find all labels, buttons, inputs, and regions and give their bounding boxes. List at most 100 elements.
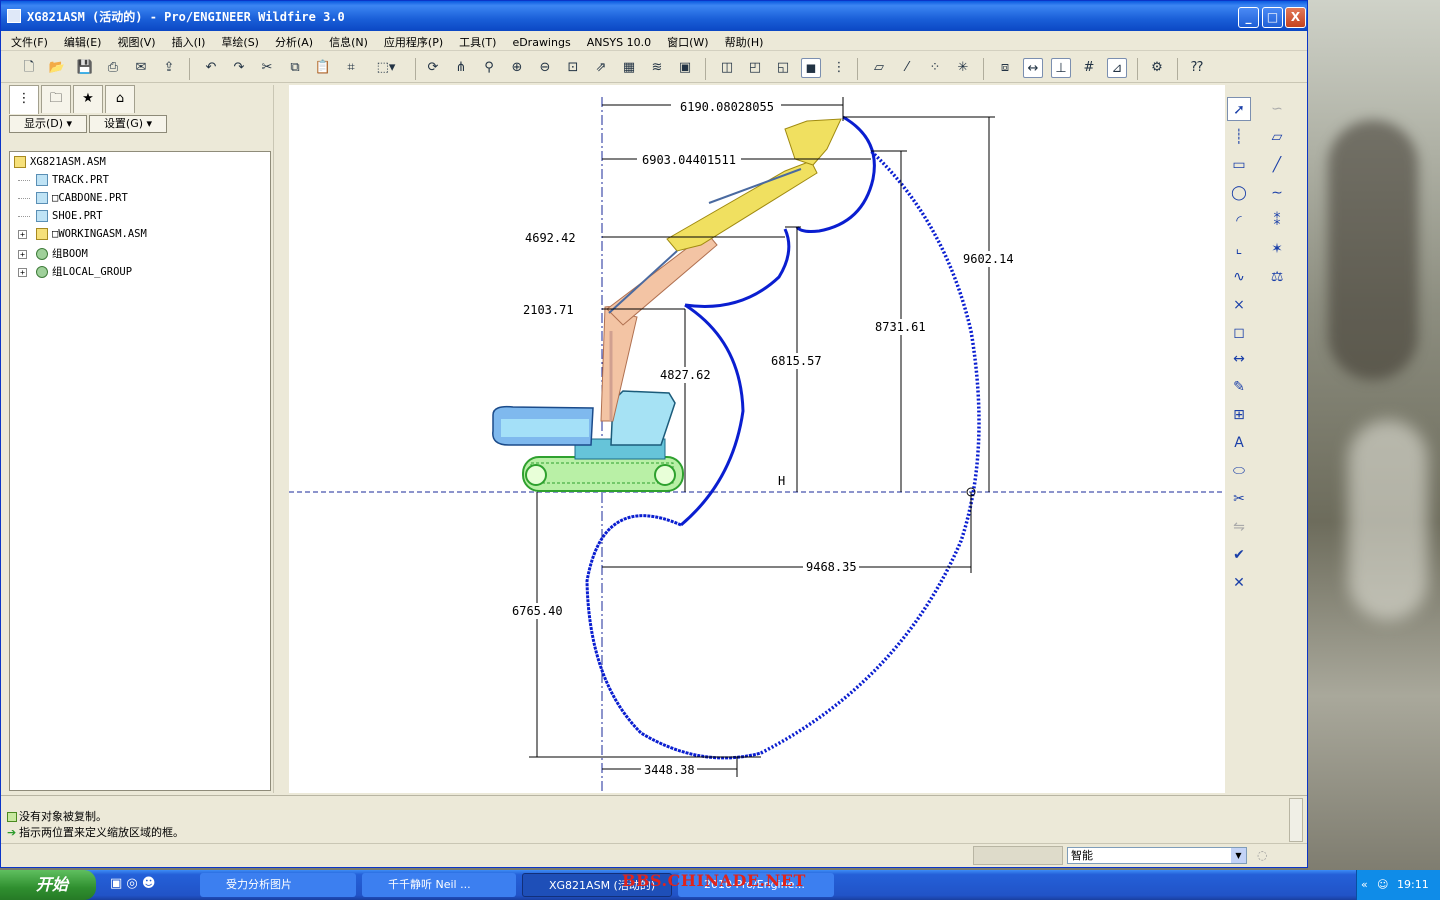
line-icon[interactable]: ┊ [1227, 125, 1251, 149]
accept-check-icon[interactable]: ✔ [1227, 543, 1251, 567]
menu-ansys[interactable]: ANSYS 10.0 [577, 33, 657, 49]
coord-sys-icon[interactable]: ✳ [953, 58, 973, 78]
expand-toggle-icon[interactable]: + [18, 229, 27, 239]
chevron-down-icon[interactable]: ▼ [1231, 848, 1246, 863]
sketch-point-icon[interactable]: × [1227, 293, 1251, 317]
refit-icon[interactable]: ⊡ [563, 58, 583, 78]
menu-window[interactable]: 窗口(W) [657, 31, 714, 50]
datum-axis-icon[interactable]: ⁄ [897, 58, 917, 78]
send-icon[interactable]: ⇪ [159, 58, 179, 78]
zoom-out-icon[interactable]: ⊖ [535, 58, 555, 78]
modify-icon[interactable]: ✎ [1227, 375, 1251, 399]
datum-plane-icon[interactable]: ▱ [869, 58, 889, 78]
sketch-canvas[interactable]: 6190.08028055 6903.04401511 4692.42 2103… [289, 85, 1225, 793]
display-grid-icon[interactable]: # [1079, 58, 1099, 78]
open-folder-icon[interactable]: 📂 [47, 58, 67, 78]
minimize-button[interactable]: _ [1238, 7, 1259, 28]
cut-icon[interactable]: ✂ [257, 58, 277, 78]
show-dropdown[interactable]: 显示(D) ▾ [9, 115, 87, 133]
zoom-in-icon[interactable]: ⊕ [507, 58, 527, 78]
centerline-icon[interactable]: ╱ [1265, 153, 1289, 177]
analysis-icon[interactable]: ⚙ [1147, 58, 1167, 78]
panel-splitter[interactable] [273, 85, 287, 793]
rectangle-icon[interactable]: ▭ [1227, 153, 1251, 177]
tree-item[interactable]: XG821ASM.ASM [14, 156, 106, 174]
display-constraints-icon[interactable]: ⊥ [1051, 58, 1071, 78]
graphics-window[interactable]: 6190.08028055 6903.04401511 4692.42 2103… [289, 85, 1225, 793]
reorient-icon[interactable]: ⇗ [591, 58, 611, 78]
message-scrollbar[interactable] [1289, 798, 1303, 842]
menu-tools[interactable]: 工具(T) [449, 31, 502, 50]
redo-icon[interactable]: ↷ [229, 58, 249, 78]
close-button[interactable]: X [1285, 7, 1306, 28]
search-icon[interactable]: ⚲ [479, 58, 499, 78]
undo-icon[interactable]: ↶ [201, 58, 221, 78]
tree-item[interactable]: + 组BOOM [18, 246, 88, 264]
sketch-view-icon[interactable]: ⧈ [995, 58, 1015, 78]
fillet-icon[interactable]: ⌞ [1227, 237, 1251, 261]
expand-toggle-icon[interactable]: + [18, 249, 27, 259]
view-manager-icon[interactable]: ▣ [675, 58, 695, 78]
display-vertices-icon[interactable]: ⊿ [1107, 58, 1127, 78]
menu-file[interactable]: 文件(F) [1, 31, 54, 50]
tray-app-icon[interactable]: ☺ [1377, 870, 1388, 900]
tree-item[interactable]: + □WORKINGASM.ASM [18, 228, 147, 246]
menu-edrawings[interactable]: eDrawings [502, 33, 576, 49]
menu-info[interactable]: 信息(N) [319, 31, 374, 50]
title-bar[interactable]: XG821ASM (活动的) - Pro/ENGINEER Wildfire 3… [1, 1, 1307, 31]
no-hidden-icon[interactable]: ◱ [773, 58, 793, 78]
point-icon[interactable]: ⁑ [1265, 209, 1289, 233]
menu-sketch[interactable]: 草绘(S) [211, 31, 265, 50]
menu-insert[interactable]: 插入(I) [162, 31, 212, 50]
offset-entity-icon[interactable]: ◻ [1227, 321, 1251, 345]
selection-box-icon[interactable]: ⬚▾ [369, 58, 403, 78]
tree-item[interactable]: + 组LOCAL_GROUP [18, 264, 132, 282]
quicklaunch-icon[interactable]: ▣ ◎ ☻ [110, 876, 155, 891]
start-button[interactable]: 开始 [0, 870, 96, 900]
text-icon[interactable]: A [1227, 431, 1251, 455]
trim-icon[interactable]: ✂ [1227, 487, 1251, 511]
saved-views-icon[interactable]: ▦ [619, 58, 639, 78]
constraint-icon[interactable]: ⊞ [1227, 403, 1251, 427]
palette-shape-icon[interactable]: ⬭ [1227, 459, 1251, 483]
arc-icon[interactable]: ◜ [1227, 209, 1251, 233]
new-file-icon[interactable]: 🗋 [19, 58, 39, 78]
tree-item[interactable]: □CABDONE.PRT [18, 192, 128, 210]
taskbar-item-player[interactable]: 千千静听 Neil ... [362, 873, 516, 897]
model-tree-tab-icon[interactable]: ⋮ [9, 85, 39, 114]
context-help-icon[interactable]: ⁇ [1187, 58, 1207, 78]
menu-edit[interactable]: 编辑(E) [54, 31, 108, 50]
save-icon[interactable]: 💾 [75, 58, 95, 78]
menu-help[interactable]: 帮助(H) [715, 31, 770, 50]
folder-browser-tab-icon[interactable]: 🗀 [41, 85, 71, 113]
display-dims-icon[interactable]: ↔ [1023, 58, 1043, 78]
selection-filter-select[interactable]: 智能 ▼ [1067, 847, 1247, 864]
dimension-icon[interactable]: ↔ [1227, 347, 1251, 371]
cancel-x-icon[interactable]: ✕ [1227, 571, 1251, 595]
select-arrow-icon[interactable]: ➚ [1227, 97, 1251, 121]
shading-icon[interactable]: ◼ [801, 58, 821, 78]
maximize-button[interactable]: □ [1262, 7, 1283, 28]
hidden-line-icon[interactable]: ◰ [745, 58, 765, 78]
spline-icon[interactable]: ∼ [1265, 181, 1289, 205]
regenerate-icon[interactable]: ⟳ [423, 58, 443, 78]
layers-icon[interactable]: ≋ [647, 58, 667, 78]
expand-toggle-icon[interactable]: + [18, 267, 27, 277]
parallelogram-icon[interactable]: ▱ [1265, 125, 1289, 149]
settings-dropdown[interactable]: 设置(G) ▾ [89, 115, 167, 133]
palette-icon[interactable]: ⚖ [1265, 265, 1289, 289]
connections-tab-icon[interactable]: ⌂ [105, 85, 135, 113]
coordinate-system-icon[interactable]: ✶ [1265, 237, 1289, 261]
conic-icon[interactable]: ∿ [1227, 265, 1251, 289]
tree-item[interactable]: SHOE.PRT [18, 210, 103, 228]
tray-chevron-icon[interactable]: « [1361, 870, 1368, 900]
datum-point-icon[interactable]: ⁘ [925, 58, 945, 78]
wireframe-icon[interactable]: ◫ [717, 58, 737, 78]
email-icon[interactable]: ✉ [131, 58, 151, 78]
favorites-tab-icon[interactable]: ★ [73, 85, 103, 113]
circle-icon[interactable]: ◯ [1227, 181, 1251, 205]
copy-icon[interactable]: ⧉ [285, 58, 305, 78]
paste-icon[interactable]: 📋 [313, 58, 333, 78]
taskbar-item-folder[interactable]: 受力分析图片 [200, 873, 356, 897]
menu-applications[interactable]: 应用程序(P) [374, 31, 449, 50]
